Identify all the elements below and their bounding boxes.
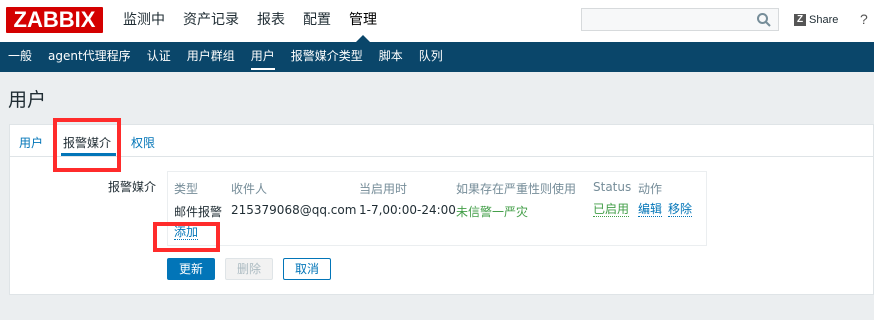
sub-nav-authentication[interactable]: 认证 (139, 42, 179, 72)
sub-nav-proxies[interactable]: agent代理程序 (40, 42, 139, 72)
cancel-button[interactable]: 取消 (283, 258, 331, 280)
update-button[interactable]: 更新 (167, 258, 215, 280)
search-icon[interactable] (756, 12, 772, 28)
media-when-active-cell: 1-7,00:00-24:00 (359, 203, 456, 217)
column-header-severity: 如果存在严重性则使用 (456, 182, 577, 196)
active-tab-indicator (61, 153, 116, 156)
sub-nav-queue[interactable]: 队列 (411, 42, 451, 72)
main-nav-inventory[interactable]: 资产记录 (174, 0, 248, 42)
column-header-when-active: 当启用时 (359, 182, 408, 196)
column-header-status: Status (593, 180, 632, 194)
column-header-recipient: 收件人 (231, 182, 268, 196)
media-table: 类型 收件人 当启用时 如果存在严重性则使用 Status 动作 邮件报警 21… (167, 171, 707, 246)
sub-nav-general[interactable]: 一般 (0, 42, 40, 72)
sub-nav-user-groups[interactable]: 用户群组 (179, 42, 243, 72)
add-media-link[interactable]: 添加 (174, 226, 199, 240)
main-nav-administration[interactable]: 管理 (340, 0, 386, 42)
sub-nav: 一般 agent代理程序 认证 用户群组 用户 报警媒介类型 脚本 队列 (0, 42, 874, 72)
share-button[interactable]: Z Share (794, 12, 838, 28)
search-input[interactable] (581, 8, 779, 31)
tab-permissions[interactable]: 权限 (131, 134, 155, 151)
sub-nav-scripts[interactable]: 脚本 (371, 42, 411, 72)
main-nav-monitoring[interactable]: 监测中 (114, 0, 174, 42)
main-nav-reports[interactable]: 报表 (248, 0, 294, 42)
media-field-label: 报警媒介 (108, 180, 157, 194)
help-icon[interactable]: ? (860, 11, 868, 27)
media-recipient-cell: 215379068@qq.com (231, 203, 357, 217)
media-type-cell: 邮件报警 (174, 205, 223, 219)
tab-media[interactable]: 报警媒介 (63, 134, 111, 151)
media-remove-link[interactable]: 移除 (668, 203, 693, 217)
share-label: Share (809, 14, 839, 26)
user-form-panel: 用户 报警媒介 权限 报警媒介 类型 收件人 当启用时 如果存在严重性则使用 S… (9, 124, 874, 295)
column-header-type: 类型 (174, 182, 199, 196)
main-nav-configuration[interactable]: 配置 (294, 0, 340, 42)
media-severity-cell: 未信警一严灾 (456, 205, 529, 219)
top-bar: ZABBIX 监测中 资产记录 报表 配置 管理 Z Share ? (0, 0, 874, 42)
media-edit-link[interactable]: 编辑 (638, 203, 663, 217)
column-header-action: 动作 (638, 182, 663, 196)
delete-button: 删除 (225, 258, 273, 280)
sub-nav-users[interactable]: 用户 (243, 42, 283, 72)
zabbix-logo[interactable]: ZABBIX (6, 7, 103, 33)
sub-nav-media-types[interactable]: 报警媒介类型 (283, 42, 371, 72)
tab-bar: 用户 报警媒介 权限 (10, 125, 874, 157)
page-title: 用户 (8, 89, 47, 111)
media-status-toggle[interactable]: 已启用 (593, 203, 630, 217)
tab-user[interactable]: 用户 (19, 134, 43, 151)
zabbix-share-icon: Z (794, 14, 806, 26)
main-nav: 监测中 资产记录 报表 配置 管理 (114, 0, 386, 42)
